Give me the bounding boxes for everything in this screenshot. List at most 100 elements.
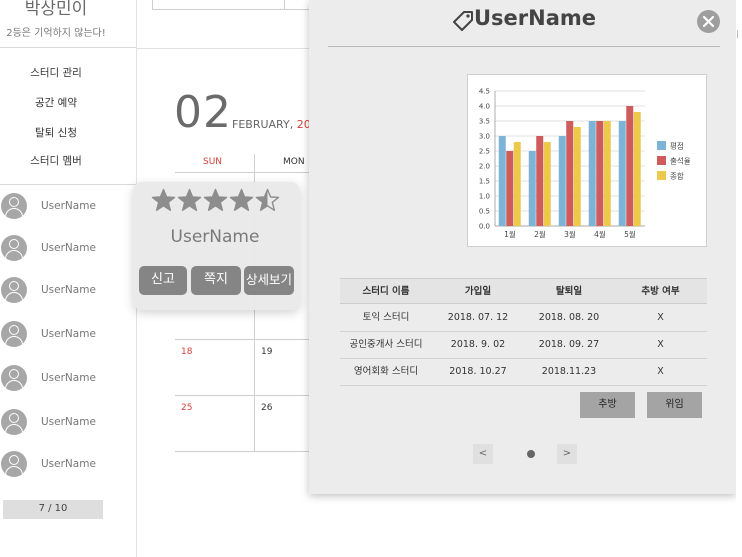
table-row: 영어회화 스터디 2018. 10.27 2018.11.23 X: [340, 359, 707, 386]
x-tick-label: 4월: [594, 229, 606, 239]
calendar-grid-line: [175, 451, 315, 452]
legend-swatch: [657, 171, 666, 180]
table-header-row: 스터디 이름 가입일 탈퇴일 추방 여부: [340, 278, 707, 304]
page-edge-mark: [737, 30, 742, 38]
member-name: UserName: [41, 416, 96, 428]
delegate-button[interactable]: 위임: [647, 392, 702, 418]
y-tick-label: 4.0: [479, 103, 490, 111]
modal-title: UserName: [473, 6, 597, 30]
user-detail-modal: UserName 0.0 0.5 1.0 1.5 2.0 2.5 3.0 3.5 4.0 4.5 1…: [309, 0, 736, 494]
bar-1: [588, 121, 596, 226]
table-cell: 2018. 9. 02: [450, 339, 506, 350]
table-header: 스터디 이름: [362, 286, 410, 297]
calendar-dow-mon: MON: [283, 157, 305, 167]
page-edge: [736, 0, 742, 557]
report-button[interactable]: 신고: [139, 266, 187, 295]
bar-2: [596, 121, 604, 226]
next-page-button[interactable]: >: [557, 444, 577, 464]
table-cell: 2018. 08. 20: [538, 312, 600, 323]
star-icon: [177, 188, 202, 211]
table-header: 가입일: [464, 286, 492, 297]
bar-chart: 0.0 0.5 1.0 1.5 2.0 2.5 3.0 3.5 4.0 4.5 1월 2월 3월 4월 5월…: [479, 88, 691, 240]
y-tick-label: 0.5: [479, 208, 490, 216]
sidebar-divider: [0, 184, 137, 185]
details-button[interactable]: 상세보기: [244, 266, 294, 295]
bar-2: [536, 136, 544, 226]
modal-divider: [328, 46, 720, 47]
study-subtitle: 2등은 기억하지 않는다!: [6, 28, 106, 39]
calendar-date[interactable]: 19: [261, 347, 272, 357]
legend-label: 출석율: [670, 156, 691, 166]
x-tick-label: 5월: [624, 229, 636, 239]
member-pager[interactable]: 7 / 10: [3, 500, 103, 519]
study-title: 박상민이: [24, 0, 88, 19]
member-item[interactable]: UserName: [0, 365, 137, 393]
close-icon: [702, 15, 715, 28]
calendar-grid-line: [175, 339, 315, 340]
avatar-icon: [1, 451, 27, 477]
table-cell: 2018. 09. 27: [538, 339, 600, 350]
kick-button[interactable]: 추방: [580, 392, 635, 418]
member-item[interactable]: UserName: [0, 277, 137, 305]
calendar-date[interactable]: 26: [261, 403, 272, 413]
table-cell: 토익 스터디: [362, 312, 410, 323]
bar-2: [506, 151, 514, 226]
header-box-divider: [284, 0, 285, 10]
menu-leave-request[interactable]: 탈퇴 신청: [0, 125, 112, 140]
y-tick-label: 3.0: [479, 133, 490, 141]
bar-1: [558, 136, 566, 226]
member-item[interactable]: UserName: [0, 321, 137, 349]
table-header: 추방 여부: [641, 286, 680, 297]
bar-3: [513, 142, 521, 226]
member-name: UserName: [41, 242, 96, 254]
legend-label: 평점: [670, 141, 684, 151]
page-indicator-dot[interactable]: [527, 450, 535, 458]
legend-label: 종합: [670, 172, 684, 181]
y-tick-label: 0.0: [479, 223, 490, 231]
calendar-month: FEBRUARY, 20: [232, 118, 311, 131]
member-item[interactable]: UserName: [0, 409, 137, 437]
table-cell: 2018. 07. 12: [447, 312, 509, 323]
calendar-date[interactable]: 25: [181, 403, 192, 413]
legend-swatch: [657, 141, 666, 150]
menu-study-manage[interactable]: 스터디 관리: [0, 65, 112, 80]
table-cell: X: [657, 366, 664, 377]
menu-study-members[interactable]: 스터디 멤버: [0, 153, 112, 168]
calendar-dow-sun: SUN: [203, 157, 223, 167]
close-button[interactable]: [697, 10, 720, 33]
calendar-month-name: FEBRUARY,: [232, 118, 294, 131]
avatar-icon: [1, 193, 27, 219]
y-tick-label: 1.0: [479, 193, 490, 201]
message-button[interactable]: 쪽지: [191, 266, 241, 295]
prev-page-button[interactable]: <: [473, 444, 493, 464]
avatar-icon: [1, 277, 27, 303]
member-item[interactable]: UserName: [0, 235, 137, 263]
main-divider: [137, 48, 322, 49]
x-tick-label: 2월: [534, 229, 546, 239]
header-box: [152, 0, 322, 10]
table-cell: 공인중개사 스터디: [349, 339, 423, 350]
bar-3: [633, 112, 641, 226]
avatar-icon: [1, 409, 27, 435]
table-cell: 영어회화 스터디: [353, 366, 419, 377]
calendar-header-line: [175, 172, 315, 173]
member-name: UserName: [41, 372, 96, 384]
stats-chart: 0.0 0.5 1.0 1.5 2.0 2.5 3.0 3.5 4.0 4.5 1월 2월 3월 4월 5월…: [467, 74, 707, 247]
menu-space-reserve[interactable]: 공간 예약: [0, 95, 112, 110]
sidebar-divider: [0, 47, 137, 48]
member-name: UserName: [41, 200, 96, 212]
profile-username: UserName: [170, 227, 260, 247]
calendar-day: 02: [174, 87, 232, 138]
member-item[interactable]: UserName: [0, 193, 137, 221]
avatar-icon: [1, 365, 27, 391]
x-tick-label: 1월: [504, 229, 516, 239]
y-tick-label: 2.0: [479, 163, 490, 171]
member-item[interactable]: UserName: [0, 451, 137, 479]
member-name: UserName: [41, 458, 96, 470]
star-icon: [229, 188, 254, 211]
x-tick-label: 3월: [564, 229, 576, 239]
member-name: UserName: [41, 284, 96, 296]
table-cell: X: [657, 339, 664, 350]
legend-swatch: [657, 156, 666, 165]
calendar-date[interactable]: 18: [181, 347, 192, 357]
